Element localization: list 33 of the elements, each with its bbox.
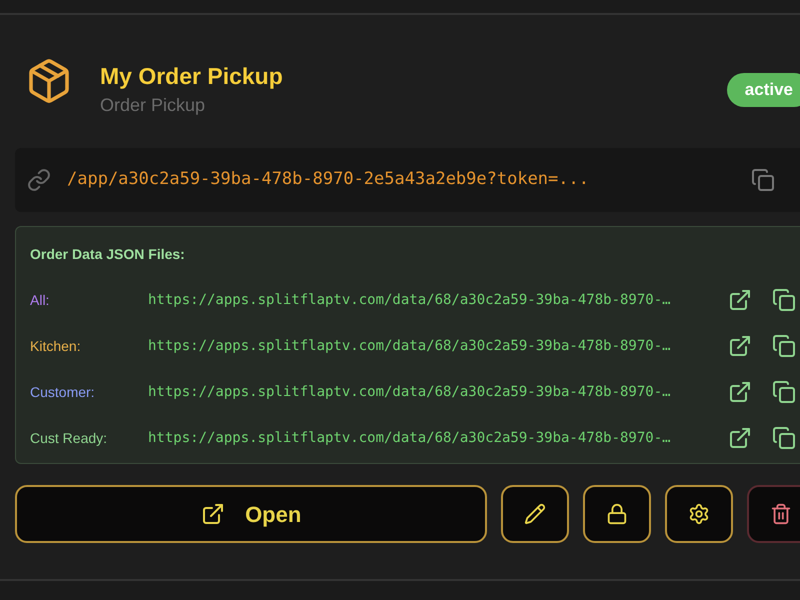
edit-button[interactable] (501, 485, 570, 543)
open-button[interactable]: Open (15, 485, 488, 543)
status-badge: active (726, 73, 800, 107)
file-url: https://apps.splitflaptv.com/data/68/a30c2a59-39ba-478b-8970-… (148, 290, 672, 310)
copy-icon[interactable] (772, 380, 796, 404)
settings-button[interactable] (665, 485, 734, 543)
file-url: https://apps.splitflaptv.com/data/68/a30c2a59-39ba-478b-8970-… (148, 428, 672, 448)
copy-icon[interactable] (772, 288, 796, 312)
external-link-icon[interactable] (728, 288, 752, 312)
copy-icon[interactable] (772, 426, 796, 450)
panel-title: Order Data JSON Files: (30, 245, 185, 263)
external-link-icon[interactable] (728, 426, 752, 450)
trash-icon (770, 503, 792, 525)
external-link-icon[interactable] (728, 380, 752, 404)
external-link-icon[interactable] (728, 334, 752, 358)
copy-icon[interactable] (751, 168, 775, 192)
copy-icon[interactable] (772, 334, 796, 358)
file-label: All: (30, 290, 50, 310)
app-url: /app/a30c2a59-39ba-478b-8970-2e5a43a2eb9e?token=... (67, 168, 589, 192)
lock-button[interactable] (583, 485, 652, 543)
file-label: Customer: (30, 382, 96, 402)
link-icon (27, 168, 51, 192)
file-label: Kitchen: (30, 336, 82, 356)
file-url: https://apps.splitflaptv.com/data/68/a30c2a59-39ba-478b-8970-… (148, 336, 672, 356)
lock-icon (606, 503, 628, 525)
external-link-icon (201, 502, 226, 526)
pencil-icon (524, 503, 546, 525)
app-subtitle: Order Pickup (100, 94, 206, 117)
file-url: https://apps.splitflaptv.com/data/68/a30c2a59-39ba-478b-8970-… (148, 382, 672, 402)
settings-icon (688, 503, 710, 525)
delete-button[interactable] (747, 485, 800, 543)
app-title: My Order Pickup (100, 62, 283, 91)
file-label: Cust Ready: (30, 428, 108, 448)
